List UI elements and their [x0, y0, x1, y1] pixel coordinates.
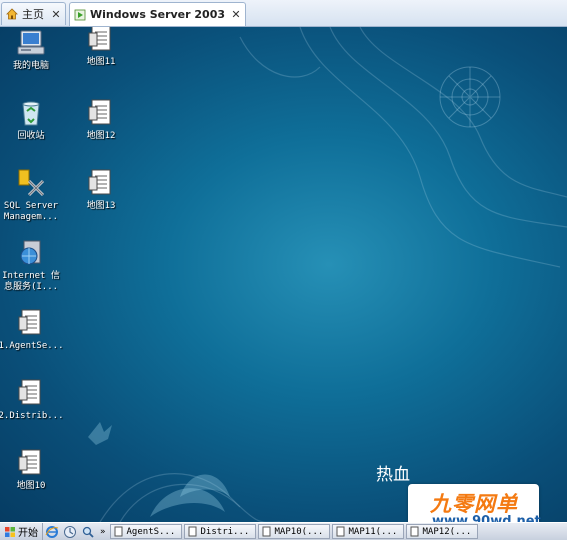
my-computer-icon [17, 30, 45, 55]
desktop-icon-label: 地图11 [86, 57, 116, 67]
taskbar-button-map12[interactable]: MAP12(... [405, 524, 478, 539]
document-icon [88, 27, 111, 51]
windows-flag-icon [5, 526, 15, 537]
document-icon [18, 309, 41, 335]
home-icon [6, 8, 18, 20]
document-icon [88, 169, 111, 195]
taskbar-button-label: MAP11(... [348, 526, 398, 537]
browser-icon[interactable] [63, 525, 77, 539]
desktop-icon-agentse[interactable]: 1.AgentSe... [0, 307, 64, 352]
taskbar-button-map11[interactable]: MAP11(... [331, 524, 404, 539]
tab-windows-server-label: Windows Server 2003 Ent... [90, 8, 229, 21]
desktop-icon-map13[interactable]: 地图13 [68, 167, 134, 212]
desktop-icon-map10[interactable]: 地图10 [0, 447, 64, 492]
close-icon[interactable]: ✕ [231, 8, 241, 21]
desktop: 我的电脑 回收站 SQL Server Managem... Internet … [0, 27, 567, 522]
document-icon [18, 379, 41, 405]
desktop-icon-map11[interactable]: 地图11 [68, 27, 134, 68]
document-icon [336, 526, 345, 537]
desktop-icon-label: 回收站 [17, 131, 45, 141]
taskbar-button-label: Distri... [200, 526, 250, 537]
search-icon[interactable] [81, 525, 95, 539]
desktop-icon-label: 我的电脑 [12, 61, 49, 71]
desktop-icon-map12[interactable]: 地图12 [68, 97, 134, 142]
desktop-icon-my-computer[interactable]: 我的电脑 [0, 27, 64, 72]
document-icon [188, 526, 197, 537]
desktop-icon-label: Internet 信 息服务(I... [2, 271, 60, 292]
desktop-icon-label: 地图10 [16, 481, 46, 491]
browser-tab-bar: 主页 ✕ Windows Server 2003 Ent... ✕ [0, 0, 567, 27]
desktop-icon-label: 2.Distrib... [0, 411, 64, 421]
vm-icon [74, 9, 86, 20]
taskbar: 开始 » AgentS... Distri... MAP10(... MAP11… [0, 522, 567, 540]
tab-windows-server[interactable]: Windows Server 2003 Ent... ✕ [69, 2, 246, 26]
recycle-bin-icon [22, 101, 40, 126]
taskbar-button-distri[interactable]: Distri... [183, 524, 256, 539]
desktop-icon-label: SQL Server Managem... [3, 201, 59, 222]
document-icon [410, 526, 419, 537]
document-icon [88, 99, 111, 125]
document-icon [262, 526, 271, 537]
desktop-icon-label: 地图12 [86, 131, 116, 141]
watermark-text: 热血 [376, 465, 410, 485]
ie-icon[interactable] [45, 525, 59, 539]
start-label: 开始 [18, 528, 38, 539]
taskbar-button-label: MAP10(... [274, 526, 324, 537]
desktop-icon-recycle-bin[interactable]: 回收站 [0, 97, 64, 142]
desktop-icon-iis[interactable]: Internet 信 息服务(I... [0, 237, 64, 293]
sql-server-icon [18, 169, 45, 197]
tab-home[interactable]: 主页 ✕ [1, 2, 66, 25]
desktop-icon-label: 地图13 [86, 201, 116, 211]
document-icon [114, 526, 123, 537]
iis-icon [20, 240, 41, 265]
taskbar-button-map10[interactable]: MAP10(... [257, 524, 330, 539]
quicklaunch-overflow-chevron[interactable]: » [97, 527, 109, 537]
document-icon [18, 449, 41, 475]
tab-home-label: 主页 [22, 8, 44, 21]
close-icon[interactable]: ✕ [51, 8, 61, 21]
taskbar-button-agents[interactable]: AgentS... [109, 524, 182, 539]
desktop-icon-distrib[interactable]: 2.Distrib... [0, 377, 64, 422]
taskbar-button-label: AgentS... [126, 526, 176, 537]
start-button[interactable]: 开始 [0, 523, 43, 540]
taskbar-button-label: MAP12(... [422, 526, 472, 537]
desktop-icon-label: 1.AgentSe... [0, 341, 64, 351]
desktop-icon-sql-server[interactable]: SQL Server Managem... [0, 167, 64, 223]
